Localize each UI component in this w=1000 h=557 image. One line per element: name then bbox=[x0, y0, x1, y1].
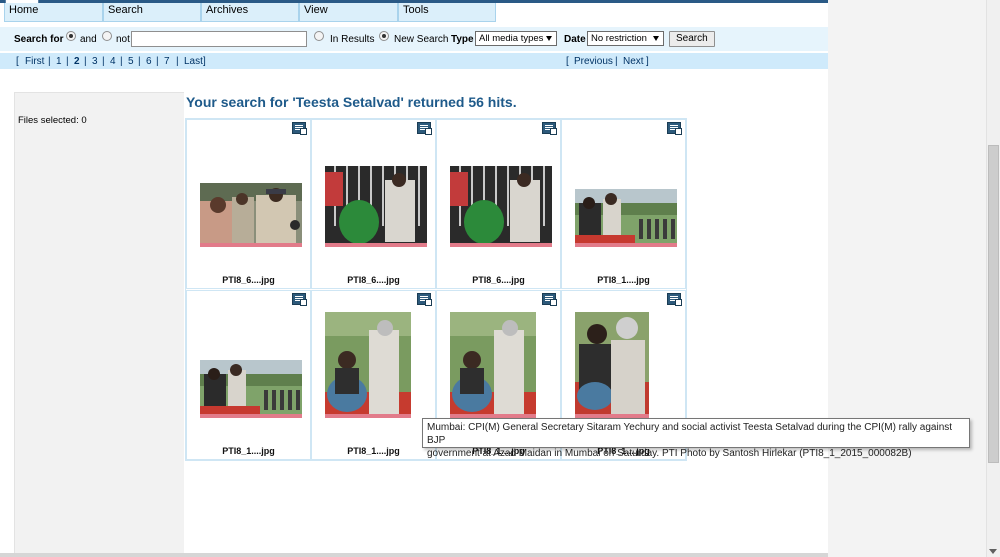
chevron-down-icon bbox=[653, 36, 659, 41]
menu-home[interactable]: Home bbox=[4, 3, 103, 22]
search-bar: Search for and not In Results New Search… bbox=[0, 27, 828, 51]
type-label: Type bbox=[451, 34, 474, 45]
menu-view[interactable]: View bbox=[299, 3, 398, 22]
file-name[interactable]: PTI8_6....jpg bbox=[187, 275, 310, 285]
scrollbar-thumb[interactable] bbox=[988, 145, 999, 463]
new-search-radio[interactable] bbox=[379, 31, 389, 41]
pager-page-7[interactable]: 7 bbox=[164, 56, 170, 67]
search-for-label: Search for bbox=[14, 34, 64, 45]
in-results-radio[interactable] bbox=[314, 31, 324, 41]
thumbnail[interactable] bbox=[450, 166, 552, 247]
pager-first[interactable]: First bbox=[25, 56, 44, 67]
thumbnail[interactable] bbox=[200, 360, 302, 418]
menu-bar: Home Search Archives View Tools bbox=[0, 3, 828, 22]
details-icon[interactable] bbox=[417, 293, 432, 306]
result-item[interactable]: PTI8_6....jpg bbox=[436, 119, 561, 289]
page: Home Search Archives View Tools Search f… bbox=[0, 0, 986, 557]
photo-image bbox=[200, 183, 302, 247]
menu-archives[interactable]: Archives bbox=[201, 3, 299, 22]
details-icon[interactable] bbox=[542, 293, 557, 306]
file-name[interactable]: PTI8_1....jpg bbox=[562, 275, 685, 285]
result-item[interactable]: PTI8_1....jpg bbox=[311, 290, 436, 460]
vertical-scrollbar[interactable] bbox=[986, 0, 1000, 557]
details-icon[interactable] bbox=[292, 293, 307, 306]
file-name[interactable]: PTI8_6....jpg bbox=[437, 275, 560, 285]
results-title: Your search for 'Teesta Setalvad' return… bbox=[186, 94, 517, 110]
pager-previous[interactable]: Previous bbox=[574, 56, 613, 67]
pager-bracket-close: ] bbox=[203, 56, 206, 67]
photo-image bbox=[450, 166, 552, 247]
details-icon[interactable] bbox=[417, 122, 432, 135]
files-selected-count: Files selected: 0 bbox=[18, 115, 87, 126]
pager-page-4[interactable]: 4 bbox=[110, 56, 116, 67]
tooltip-line-1: Mumbai: CPI(M) General Secretary Sitaram… bbox=[427, 422, 953, 446]
media-type-value: All media types bbox=[479, 33, 544, 44]
details-icon[interactable] bbox=[667, 293, 682, 306]
result-item[interactable]: PTI8_1....jpg bbox=[561, 119, 686, 289]
file-name[interactable]: PTI8_1....jpg bbox=[187, 446, 310, 456]
and-label: and bbox=[80, 34, 97, 45]
pager-bracket-open: [ bbox=[16, 56, 19, 67]
details-icon[interactable] bbox=[667, 122, 682, 135]
search-input[interactable] bbox=[131, 31, 307, 47]
in-results-label: In Results bbox=[330, 34, 375, 45]
date-label: Date bbox=[564, 34, 586, 45]
right-gutter bbox=[828, 0, 986, 557]
image-caption-tooltip: Mumbai: CPI(M) General Secretary Sitaram… bbox=[422, 418, 970, 459]
thumbnail[interactable] bbox=[325, 312, 411, 418]
date-select[interactable]: No restriction bbox=[587, 31, 664, 46]
result-item[interactable]: PTI8_6....jpg bbox=[186, 119, 311, 289]
results-grid: PTI8_6....jpg PTI8_6....jpg PTI8_6....jp… bbox=[185, 118, 687, 461]
chevron-down-icon bbox=[546, 36, 552, 41]
pager-page-6[interactable]: 6 bbox=[146, 56, 152, 67]
pager-page-3[interactable]: 3 bbox=[92, 56, 98, 67]
pager-page-5[interactable]: 5 bbox=[128, 56, 134, 67]
menu-tools[interactable]: Tools bbox=[398, 3, 496, 22]
photo-image bbox=[575, 312, 649, 418]
result-item[interactable]: PTI8_1....jpg bbox=[186, 290, 311, 460]
thumbnail[interactable] bbox=[450, 312, 536, 418]
details-icon[interactable] bbox=[542, 122, 557, 135]
result-item[interactable]: PTI8_6....jpg bbox=[311, 119, 436, 289]
thumbnail[interactable] bbox=[575, 312, 649, 418]
pager-next[interactable]: Next bbox=[623, 56, 644, 67]
file-name[interactable]: PTI8_6....jpg bbox=[312, 275, 435, 285]
not-radio[interactable] bbox=[102, 31, 112, 41]
tooltip-line-2: government at Azad Maidan in Mumbai on S… bbox=[427, 448, 912, 459]
scroll-down-arrow-icon[interactable] bbox=[989, 549, 997, 554]
pager-bar: [ First | 1 | 2 | 3 | 4 | 5 | 6 | 7 | La… bbox=[0, 53, 828, 69]
menu-search[interactable]: Search bbox=[103, 3, 201, 22]
photo-image bbox=[325, 166, 427, 247]
photo-image bbox=[200, 360, 302, 418]
pager-page-2[interactable]: 2 bbox=[74, 56, 80, 67]
search-button[interactable]: Search bbox=[669, 31, 715, 47]
details-icon[interactable] bbox=[292, 122, 307, 135]
photo-image bbox=[325, 312, 411, 418]
pager-last[interactable]: Last bbox=[184, 56, 203, 67]
thumbnail[interactable] bbox=[325, 166, 427, 247]
selection-panel: Files selected: 0 bbox=[14, 92, 184, 557]
date-value: No restriction bbox=[591, 33, 647, 44]
not-label: not bbox=[116, 34, 130, 45]
photo-image bbox=[575, 189, 677, 247]
new-search-label: New Search bbox=[394, 34, 449, 45]
thumbnail[interactable] bbox=[200, 183, 302, 247]
and-radio[interactable] bbox=[66, 31, 76, 41]
media-type-select[interactable]: All media types bbox=[475, 31, 557, 46]
photo-image bbox=[450, 312, 536, 418]
file-name[interactable]: PTI8_1....jpg bbox=[312, 446, 435, 456]
pager-page-1[interactable]: 1 bbox=[56, 56, 62, 67]
thumbnail[interactable] bbox=[575, 189, 677, 247]
